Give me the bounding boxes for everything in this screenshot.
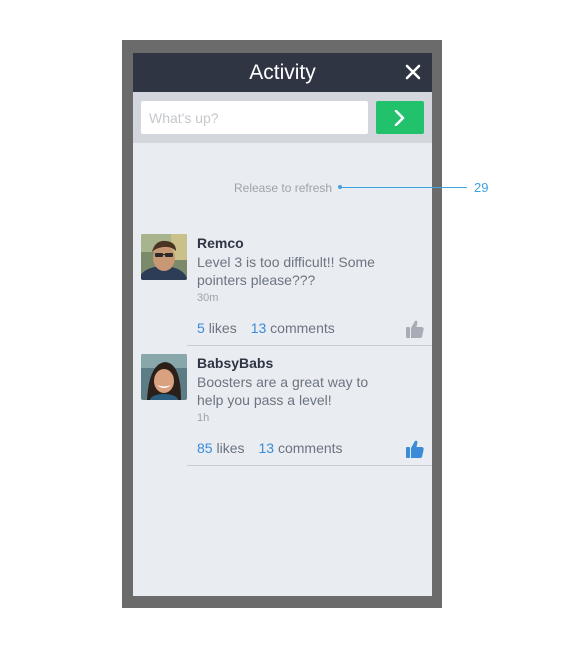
likes-link[interactable]: 85 likes (197, 440, 244, 456)
composer-bar (133, 92, 432, 143)
avatar[interactable] (141, 354, 187, 400)
annotation-value: 29 (474, 180, 489, 195)
post-timestamp: 30m (197, 292, 219, 304)
chevron-right-icon (394, 110, 405, 126)
page-title: Activity (249, 61, 316, 84)
comments-count: 13 (250, 320, 267, 336)
author-name[interactable]: BabsyBabs (197, 355, 273, 371)
likes-link[interactable]: 5 likes (197, 320, 237, 336)
likes-label: likes (208, 320, 237, 336)
comments-link[interactable]: 13 comments (251, 320, 335, 336)
comments-label: comments (277, 440, 343, 456)
item-divider (187, 345, 432, 346)
feed-item: BabsyBabs Boosters are a great way to he… (133, 354, 432, 474)
author-name[interactable]: Remco (197, 235, 244, 251)
thumbs-up-icon[interactable] (405, 439, 425, 459)
thumbs-up-icon[interactable] (405, 319, 425, 339)
status-input[interactable] (141, 101, 368, 134)
avatar[interactable] (141, 234, 187, 280)
likes-count: 5 (197, 320, 205, 336)
pull-to-refresh-label: Release to refresh (234, 181, 333, 195)
comments-count: 13 (258, 440, 275, 456)
comments-link[interactable]: 13 comments (258, 440, 342, 456)
feed-item: Remco Level 3 is too difficult!! Some po… (133, 234, 432, 354)
user-photo-icon (141, 234, 187, 280)
likes-label: likes (216, 440, 245, 456)
app-screen: Activity Release to refresh (133, 53, 432, 596)
user-photo-icon (141, 354, 187, 400)
item-divider (187, 465, 432, 466)
close-button[interactable] (405, 64, 421, 80)
post-message: Boosters are a great way to help you pas… (197, 374, 369, 408)
send-button[interactable] (376, 101, 424, 134)
close-icon (405, 64, 421, 80)
comments-label: comments (270, 320, 335, 336)
device-frame: Activity Release to refresh (122, 40, 442, 608)
post-actions: 85 likes 13 comments (197, 440, 343, 456)
post-message: Level 3 is too difficult!! Some pointers… (197, 254, 375, 288)
post-actions: 5 likes 13 comments (197, 320, 335, 336)
header-bar: Activity (133, 53, 432, 92)
post-timestamp: 1h (197, 412, 210, 424)
likes-count: 85 (197, 440, 213, 456)
annotation-line (342, 187, 467, 188)
